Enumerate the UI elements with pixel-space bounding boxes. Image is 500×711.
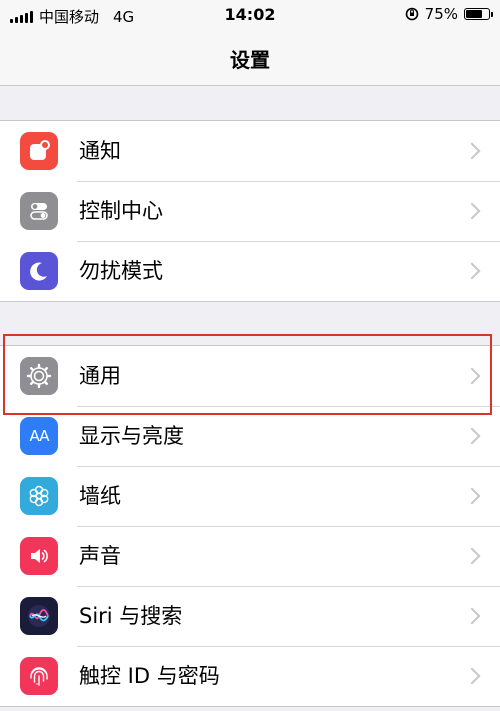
settings-row-siri-search[interactable]: Siri 与搜索 <box>0 586 500 646</box>
settings-row-label: 通知 <box>79 139 121 163</box>
chevron-right-icon <box>463 667 481 685</box>
fingerprint-icon <box>20 657 58 695</box>
settings-row-notifications[interactable]: 通知 <box>0 121 500 181</box>
moon-icon <box>20 252 58 290</box>
battery-fill <box>466 10 482 18</box>
display-icon-text: AA <box>29 427 50 445</box>
nav-bar: 设置 <box>0 30 500 86</box>
settings-row-wallpaper[interactable]: 墙纸 <box>0 466 500 526</box>
chevron-right-icon <box>463 607 481 625</box>
control-center-icon <box>20 192 58 230</box>
settings-row-do-not-disturb[interactable]: 勿扰模式 <box>0 241 500 301</box>
settings-group-1: 通知 控制中心 勿扰模式 <box>0 120 500 302</box>
settings-row-control-center[interactable]: 控制中心 <box>0 181 500 241</box>
chevron-right-icon <box>463 202 481 220</box>
settings-row-label: 显示与亮度 <box>79 424 184 448</box>
chevron-right-icon <box>463 487 481 505</box>
status-right: 75% <box>405 5 493 23</box>
notifications-icon <box>20 132 58 170</box>
chevron-right-icon <box>463 142 481 160</box>
settings-row-label: 墙纸 <box>79 484 121 508</box>
display-brightness-icon: AA <box>20 417 58 455</box>
settings-row-label: 声音 <box>79 544 121 568</box>
settings-row-sounds[interactable]: 声音 <box>0 526 500 586</box>
status-bar: 中国移动 4G 14:02 75% <box>0 0 500 30</box>
highlight-box <box>3 334 492 415</box>
settings-row-label: Siri 与搜索 <box>79 604 183 628</box>
speaker-icon <box>20 537 58 575</box>
chevron-right-icon <box>463 427 481 445</box>
settings-row-display-brightness[interactable]: AA 显示与亮度 <box>0 406 500 466</box>
settings-row-touch-id-passcode[interactable]: 触控 ID 与密码 <box>0 646 500 706</box>
chevron-right-icon <box>463 262 481 280</box>
settings-row-label: 触控 ID 与密码 <box>79 664 220 688</box>
settings-row-label: 控制中心 <box>79 199 163 223</box>
settings-row-label: 勿扰模式 <box>79 259 163 283</box>
orientation-lock-icon <box>405 7 418 21</box>
battery-icon <box>464 8 493 20</box>
chevron-right-icon <box>463 547 481 565</box>
battery-percent: 75% <box>424 5 458 23</box>
siri-icon <box>20 597 58 635</box>
wallpaper-icon <box>20 477 58 515</box>
page-title: 设置 <box>230 48 270 72</box>
